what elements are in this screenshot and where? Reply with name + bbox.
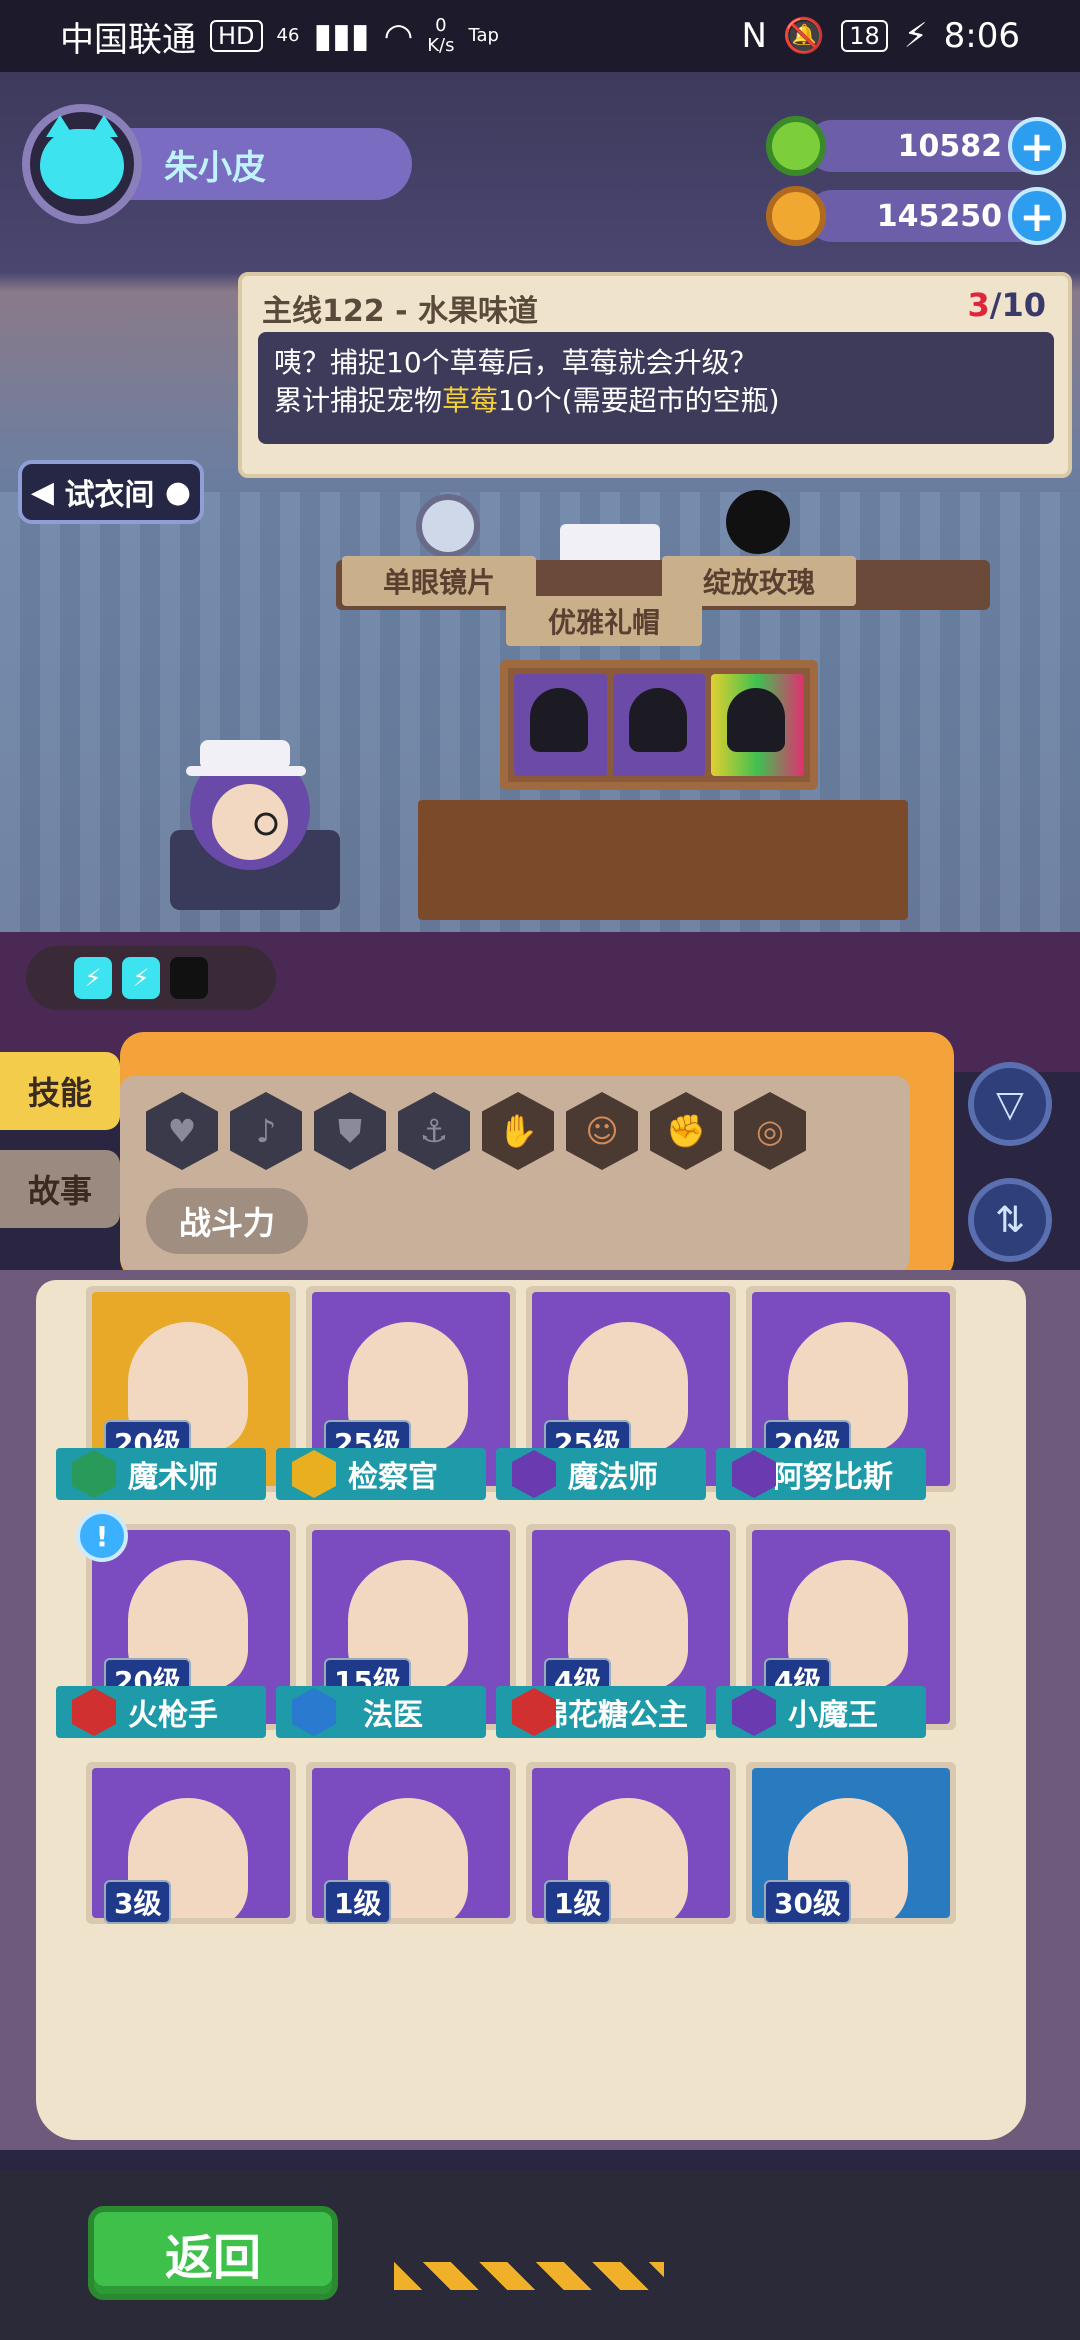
quest-progress-total: /10 <box>989 286 1046 324</box>
currency-donut: 10582 + <box>766 116 1066 176</box>
avatar[interactable] <box>22 104 142 224</box>
status-bar: 中国联通 HD 46 ▮▮▮ ◠ 0 K/s Tap N 🔕 18 ⚡ 8:06 <box>0 0 1080 72</box>
signal-icon: ▮▮▮ <box>313 16 370 56</box>
quest-line-2-prefix: 累计捕捉宠物 <box>274 384 443 417</box>
character-card[interactable]: 3级 <box>86 1762 296 1924</box>
wifi-icon: ◠ <box>383 16 414 56</box>
character-card[interactable]: 4级 棉花糖公主 <box>496 1524 736 1738</box>
player-profile[interactable]: 朱小皮 <box>22 104 412 224</box>
quest-card[interactable]: 主线122 - 水果味道 3/10 咦？捕捉10个草莓后，草莓就会升级？ 累计捕… <box>238 272 1072 478</box>
charging-icon: ⚡ <box>903 16 928 56</box>
empty-energy-cell-icon <box>170 957 208 999</box>
tab-story[interactable]: 故事 <box>0 1150 120 1228</box>
character-grid: 20级 魔术师 25级 检察官 25级 魔法师 20级 阿努比斯 ! 20级 火… <box>56 1286 982 1924</box>
wardrobe-label: 试衣间 <box>64 478 155 513</box>
back-button[interactable]: 返回 <box>88 2206 338 2300</box>
battery-level: 18 <box>841 20 888 52</box>
quest-title: 主线122 - 水果味道 <box>262 294 538 329</box>
energy-cell-icon: ⚡ <box>122 957 160 999</box>
speed-value: 0 <box>435 15 447 36</box>
character-card[interactable]: 25级 检察官 <box>276 1286 516 1500</box>
cabinet-slot[interactable] <box>612 674 706 776</box>
character-card[interactable]: 30级 <box>746 1762 956 1924</box>
quest-line-2-suffix: 10个(需要超市的空瓶) <box>498 384 780 417</box>
donut-icon <box>766 116 826 176</box>
character-card[interactable]: 25级 魔法师 <box>496 1286 736 1500</box>
clock: 8:06 <box>943 16 1020 56</box>
energy-cell-icon: ⚡ <box>74 957 112 999</box>
character-card[interactable]: 4级 小魔王 <box>716 1524 956 1738</box>
brain-icon[interactable]: ◎ <box>734 1092 806 1170</box>
cat-avatar-icon <box>40 115 124 199</box>
smile-icon[interactable]: ☺ <box>566 1092 638 1170</box>
cabinet-slot[interactable] <box>711 674 805 776</box>
speed-unit: K/s <box>427 35 455 56</box>
display-cabinet[interactable] <box>500 660 818 790</box>
desk <box>418 800 908 920</box>
add-planet-button[interactable]: + <box>1008 187 1066 245</box>
shelf-item-rose[interactable]: 绽放玫瑰 <box>662 556 856 606</box>
character-card[interactable]: 20级 魔术师 <box>56 1286 296 1500</box>
currency-planet: 145250 + <box>766 186 1066 246</box>
character-level: 30级 <box>764 1880 851 1924</box>
monocle-icon[interactable] <box>416 494 480 558</box>
shield-icon[interactable]: ⛊ <box>314 1092 386 1170</box>
character-card[interactable]: 15级 法医 <box>276 1524 516 1738</box>
carrier-label: 中国联通 <box>60 19 196 60</box>
character-card[interactable]: 20级 阿努比斯 <box>716 1286 956 1500</box>
hand-icon[interactable]: ✋ <box>482 1092 554 1170</box>
sort-order-button[interactable]: ⇅ <box>968 1178 1052 1262</box>
quest-progress-current: 3 <box>967 286 990 324</box>
character-level: 1级 <box>324 1880 392 1924</box>
quest-line-2: 累计捕捉宠物草莓10个(需要超市的空瓶) <box>274 382 1038 420</box>
sort-by-power-button[interactable]: 战斗力 <box>146 1188 308 1254</box>
energy-bar: ⚡ ⚡ <box>26 946 276 1010</box>
planet-coin-icon <box>766 186 826 246</box>
heart-icon[interactable]: ♥ <box>146 1092 218 1170</box>
cabinet-slot[interactable] <box>514 674 607 776</box>
bell-icon[interactable]: ♪ <box>230 1092 302 1170</box>
anchor-icon[interactable]: ⚓ <box>398 1092 470 1170</box>
hd-badge: HD <box>210 20 263 52</box>
network-speed: 0 K/s <box>427 16 454 56</box>
hazard-stripe <box>394 2262 664 2290</box>
character-level: 3级 <box>104 1880 172 1924</box>
character-card[interactable]: 1级 <box>526 1762 736 1924</box>
character-card[interactable]: ! 20级 火枪手 <box>56 1510 296 1738</box>
nfc-icon: N <box>741 16 767 56</box>
quest-highlight: 草莓 <box>442 384 499 417</box>
player-name: 朱小皮 <box>112 128 412 200</box>
character-card[interactable]: 1级 <box>306 1762 516 1924</box>
character-level: 1级 <box>544 1880 612 1924</box>
tab-skill[interactable]: 技能 <box>0 1052 120 1130</box>
quest-progress: 3/10 <box>968 286 1046 324</box>
filter-funnel-button[interactable]: ▽ <box>968 1062 1052 1146</box>
mute-icon: 🔕 <box>782 16 826 56</box>
tap-label: Tap <box>468 25 499 46</box>
add-donut-button[interactable]: + <box>1008 117 1066 175</box>
quest-description: 咦？捕捉10个草莓后，草莓就会升级？ 累计捕捉宠物草莓10个(需要超市的空瓶) <box>258 332 1054 444</box>
skill-filter-row: ♥ ♪ ⛊ ⚓ ✋ ☺ ✊ ◎ <box>146 1092 806 1170</box>
wardrobe-button[interactable]: ◀ 试衣间 ● <box>18 460 204 524</box>
network-label: 46 <box>276 25 300 46</box>
quest-line-1: 咦？捕捉10个草莓后，草莓就会升级？ <box>274 346 758 379</box>
muscle-icon[interactable]: ✊ <box>650 1092 722 1170</box>
alert-icon: ! <box>76 1510 128 1562</box>
locked-rose-icon[interactable] <box>726 490 790 554</box>
magician-character[interactable] <box>150 710 350 920</box>
